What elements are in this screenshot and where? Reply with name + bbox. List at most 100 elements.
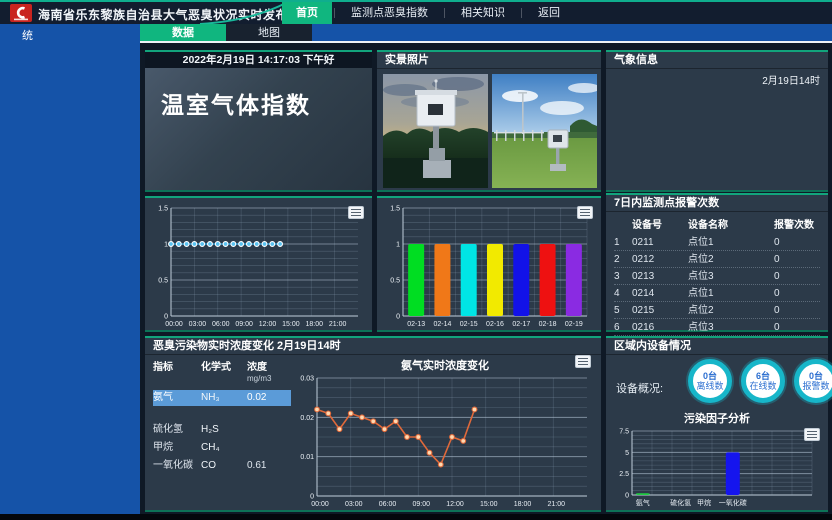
alarm-table-header: 设备号设备名称报警次数 (614, 217, 820, 234)
svg-text:02-16: 02-16 (486, 321, 504, 328)
svg-text:0.5: 0.5 (390, 278, 400, 285)
pollutant-row[interactable]: 硫化氢H₂S (153, 422, 291, 438)
weather-title: 气象信息 (606, 52, 828, 69)
svg-text:0.5: 0.5 (158, 278, 168, 285)
main-nav: 首页监测点恶臭指数相关知识返回 (282, 2, 574, 24)
device-count-circle-2: 0台报警数 (794, 359, 832, 403)
svg-text:0: 0 (164, 314, 168, 321)
nav-separator (521, 8, 522, 18)
chart-menu-icon[interactable] (348, 206, 364, 219)
svg-text:21:00: 21:00 (329, 321, 347, 328)
svg-text:12:00: 12:00 (259, 321, 277, 328)
nav-item-2[interactable]: 相关知识 (447, 2, 519, 24)
svg-text:00:00: 00:00 (311, 501, 329, 508)
svg-text:06:00: 06:00 (379, 501, 397, 508)
col-unit: mg/m3 (247, 374, 271, 383)
svg-text:0.01: 0.01 (300, 454, 314, 461)
svg-text:硫化氢: 硫化氢 (670, 498, 691, 507)
chart-menu-icon[interactable] (804, 428, 820, 441)
svg-text:02-13: 02-13 (407, 321, 425, 328)
svg-text:0: 0 (310, 494, 314, 501)
pollutant-rows: 氨气NH₃0.02 硫化氢H₂S 甲烷CH₄ 一氧化碳CO0.61 (153, 390, 291, 474)
svg-text:09:00: 09:00 (412, 501, 430, 508)
svg-text:一氧化碳: 一氧化碳 (719, 498, 747, 507)
svg-text:18:00: 18:00 (305, 321, 323, 328)
table-row: 20212点位20 (614, 251, 820, 268)
svg-text:7.5: 7.5 (619, 429, 629, 436)
panel-hourly-index-chart: 00:0003:0006:0009:0012:0015:0018:0021:00… (145, 196, 372, 332)
col-formula: 化学式 (201, 358, 247, 384)
daily-index-chart: 00.511.502-1302-1402-1502-1602-1702-1802… (381, 201, 597, 329)
svg-text:12:00: 12:00 (446, 501, 464, 508)
svg-text:02-14: 02-14 (433, 321, 451, 328)
weather-timestamp: 2月19日14时 (762, 72, 820, 87)
table-row: 10211点位10 (614, 234, 820, 251)
svg-text:03:00: 03:00 (345, 501, 363, 508)
pollutant-row[interactable]: 一氧化碳CO0.61 (153, 458, 291, 474)
svg-text:1: 1 (164, 242, 168, 249)
nav-item-3[interactable]: 返回 (524, 2, 574, 24)
subbar-underline (140, 41, 832, 43)
dashboard: 海南省乐东黎族自治县大气恶臭状况实时发布系 首页监测点恶臭指数相关知识返回 统 … (0, 0, 832, 520)
table-row: 60216点位30 (614, 319, 820, 336)
device-count-circle-0: 0台离线数 (688, 359, 732, 403)
svg-text:0: 0 (625, 493, 629, 500)
alarm-col-header: 设备号 (632, 217, 688, 234)
app-logo-icon (10, 4, 32, 22)
devices-title: 区域内设备情况 (606, 338, 828, 355)
table-row: 50215点位20 (614, 302, 820, 319)
svg-text:06:00: 06:00 (212, 321, 230, 328)
svg-text:00:00: 00:00 (165, 321, 183, 328)
svg-text:02-15: 02-15 (460, 321, 478, 328)
pollutant-table: 指标 化学式 浓度mg/m3 氨气NH₃0.02 硫化氢H₂S 甲烷CH₄ 一氧化碳C… (153, 358, 291, 476)
site-photo-1 (383, 74, 488, 188)
col-indicator: 指标 (153, 358, 201, 384)
left-sidebar (0, 43, 140, 514)
alarm-col-header: 报警次数 (774, 217, 820, 234)
hourly-index-chart: 00:0003:0006:0009:0012:0015:0018:0021:00… (149, 201, 368, 329)
panel-devices: 区域内设备情况 设备概况: 0台离线数6台在线数0台报警数 污染因子分析 02.… (606, 336, 828, 512)
nav-separator (444, 8, 445, 18)
svg-text:0.02: 0.02 (300, 415, 314, 422)
app-title-wrap: 统 (22, 27, 33, 43)
nav-item-1[interactable]: 监测点恶臭指数 (337, 2, 442, 24)
page-headline: 温室气体指数 (161, 86, 311, 120)
panel-greeting: 2022年2月19日 14:17:03 下午好 温室气体指数 (145, 50, 372, 192)
svg-text:15:00: 15:00 (480, 501, 498, 508)
svg-text:0: 0 (396, 314, 400, 321)
svg-text:氨气: 氨气 (636, 498, 650, 507)
svg-text:02-17: 02-17 (512, 321, 530, 328)
device-status-circles: 0台离线数6台在线数0台报警数 (688, 359, 832, 403)
svg-text:5: 5 (625, 450, 629, 457)
panel-pollutants: 恶臭污染物实时浓度变化 2月19日14时 指标 化学式 浓度mg/m3 氨气NH… (145, 336, 601, 512)
pollutants-title: 恶臭污染物实时浓度变化 2月19日14时 (145, 338, 601, 355)
nav-separator (334, 8, 335, 18)
svg-text:18:00: 18:00 (514, 501, 532, 508)
nh3-trend-chart: 00:0003:0006:0009:0012:0015:0018:0021:00… (291, 371, 597, 509)
svg-text:1.5: 1.5 (158, 206, 168, 213)
svg-text:甲烷: 甲烷 (697, 498, 711, 507)
device-overview-label: 设备概况: (616, 380, 663, 396)
page-bottom-edge (0, 514, 832, 520)
greeting-body: 温室气体指数 (145, 68, 372, 190)
factor-analysis-chart: 0 2.5 5 7.5 氨气 硫化氢甲烷一氧化碳 (610, 424, 822, 508)
svg-text:2.5: 2.5 (619, 471, 629, 478)
svg-text:1: 1 (396, 242, 400, 249)
datetime-bar: 2022年2月19日 14:17:03 下午好 (145, 52, 372, 68)
pollutant-table-header: 指标 化学式 浓度mg/m3 (153, 358, 291, 384)
pollutant-row[interactable]: 氨气NH₃0.02 (153, 390, 291, 406)
svg-text:1.5: 1.5 (390, 206, 400, 213)
table-row: 30213点位30 (614, 268, 820, 285)
photo-row (383, 74, 597, 188)
nav-item-0[interactable]: 首页 (282, 2, 332, 24)
svg-text:02-18: 02-18 (539, 321, 557, 328)
col-value: 浓度mg/m3 (247, 358, 291, 384)
svg-text:15:00: 15:00 (282, 321, 300, 328)
device-count-circle-1: 6台在线数 (741, 359, 785, 403)
panel-alarm-table: 7日内监测点报警次数 设备号设备名称报警次数10211点位1020212点位20… (606, 193, 828, 332)
chart-menu-icon[interactable] (575, 355, 591, 368)
photos-title: 实景照片 (377, 52, 601, 69)
chart-menu-icon[interactable] (577, 206, 593, 219)
panel-photos: 实景照片 (377, 50, 601, 192)
pollutant-row[interactable]: 甲烷CH₄ (153, 440, 291, 456)
